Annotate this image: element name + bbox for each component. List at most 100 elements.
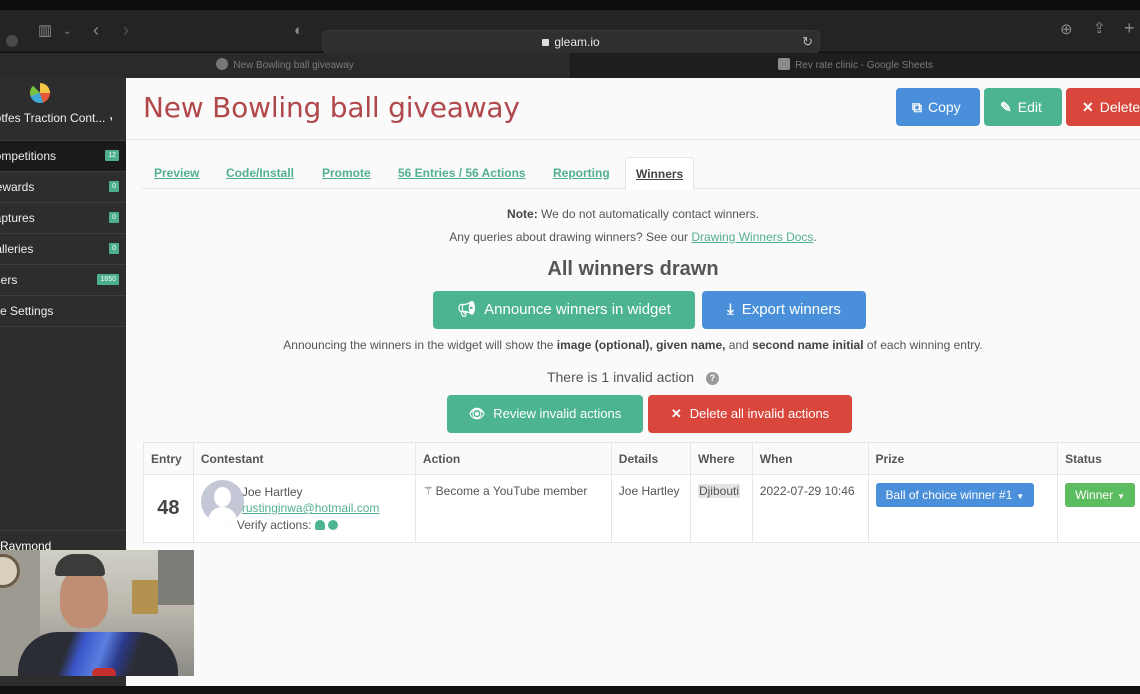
delete-button[interactable]: ✕ Delete (1066, 88, 1140, 126)
chevron-down-icon[interactable]: ⌄ (63, 24, 71, 40)
where-cell: Djibouti (689, 474, 753, 543)
caret-down-icon: ▼ (1117, 492, 1125, 501)
verify-actions: Verify actions: (237, 517, 408, 533)
page-title: New Bowling ball giveaway (143, 91, 520, 124)
download-icon[interactable]: ⊕ (1060, 22, 1073, 38)
sidebar-item-users[interactable]: Users 1650 (0, 265, 126, 296)
review-invalid-actions-button[interactable]: 👁︎ Review invalid actions (447, 395, 643, 433)
copy-button[interactable]: ⧉ Copy (896, 88, 980, 126)
screen: ▥ ⌄ ‹ › ◐ gleam.io ↻ ⊕ ⇪ + New Bowling b… (0, 0, 1140, 694)
address-bar[interactable]: gleam.io ↻ (322, 30, 820, 54)
winners-status-heading: All winners drawn (547, 258, 719, 280)
sidebar-item-rewards[interactable]: Rewards 0 (0, 172, 126, 203)
competition-tabs: Preview Code/Install Promote 56 Entries … (142, 157, 1140, 190)
window-control-dot[interactable] (6, 35, 18, 47)
info-part: of each winning entry. (863, 338, 983, 352)
tab-entries-actions[interactable]: 56 Entries / 56 Actions (398, 157, 526, 189)
tab-winners[interactable]: Winners (625, 157, 695, 190)
sidebar-item-competitions[interactable]: Competitions 12 (0, 141, 126, 172)
sidebar-item-label: Captures (0, 211, 35, 225)
status-dropdown[interactable]: Winner ▼ (1065, 483, 1135, 507)
close-icon: ✕ (1082, 99, 1094, 115)
table-row: 48 Joe Hartley rustinginwa@hotmail.com V… (143, 474, 1140, 543)
pencil-icon: ✎ (1000, 99, 1012, 115)
caret-down-icon: ▼ (108, 115, 112, 124)
action-text: Become a YouTube member (435, 484, 588, 498)
gleam-favicon-icon (216, 58, 229, 70)
tab-reporting[interactable]: Reporting (553, 157, 610, 189)
account-name: Hotfes Traction Cont... (0, 111, 106, 125)
download-icon: ⤓ (727, 301, 734, 318)
export-winners-button[interactable]: ⤓ Export winners (702, 291, 866, 329)
info-part: Announcing the winners in the widget wil… (283, 338, 557, 352)
announce-winners-button[interactable]: 📢︎ Announce winners in widget (433, 291, 695, 329)
prize-dropdown[interactable]: Ball of choice winner #1 ▼ (875, 483, 1035, 507)
copy-icon: ⧉ (912, 99, 922, 115)
gleam-logo-icon[interactable] (30, 83, 50, 103)
reload-icon[interactable]: ↻ (802, 34, 813, 50)
share-icon[interactable]: ⇪ (1093, 21, 1106, 37)
prize-label: Ball of choice winner #1 (885, 488, 1013, 502)
column-header-where: Where (689, 442, 753, 475)
status-cell: Winner ▼ (1057, 474, 1140, 543)
details-cell: Joe Hartley (610, 474, 691, 543)
review-label: Review invalid actions (493, 406, 622, 421)
action-cell: ⚚ Become a YouTube member (414, 474, 612, 543)
sheets-favicon-icon (778, 58, 791, 70)
verify-label: Verify actions: (236, 518, 312, 532)
column-header-prize: Prize (867, 442, 1059, 475)
new-tab-icon[interactable]: + (1124, 19, 1135, 37)
sidebar-item-label: Users (0, 273, 18, 287)
help-icon[interactable]: ? (706, 372, 720, 385)
drawing-winners-docs-link[interactable]: Drawing Winners Docs (691, 230, 813, 244)
column-header-status: Status (1057, 442, 1140, 475)
shield-icon[interactable]: ◐ (294, 23, 303, 39)
note-body: We do not automatically contact winners. (537, 207, 759, 221)
note-label: Note: (507, 207, 538, 221)
sidebar-item-site-settings[interactable]: Site Settings (0, 296, 126, 327)
status-label: Winner (1075, 488, 1114, 502)
lock-icon (542, 39, 550, 46)
sidebar-item-label: Rewards (0, 180, 35, 194)
count-badge: 0 (109, 243, 119, 254)
announce-label: Announce winners in widget (484, 301, 671, 318)
note-text: Note: We do not automatically contact wi… (126, 207, 1140, 221)
back-icon[interactable]: ‹ (93, 21, 99, 39)
invalid-actions-text: There is 1 invalid action (546, 369, 695, 385)
user-icon[interactable] (314, 520, 325, 530)
tab-label: New Bowling ball giveaway (233, 60, 354, 71)
browser-tab-bar: New Bowling ball giveaway Rev rate clini… (0, 53, 1140, 78)
tab-promote[interactable]: Promote (322, 157, 371, 189)
when-cell: 2022-07-29 10:46 (751, 474, 869, 543)
forward-icon[interactable]: › (123, 21, 129, 39)
megaphone-icon: 📢︎ (457, 301, 477, 318)
sidebar-toggle-icon[interactable]: ▥ (38, 23, 52, 39)
sidebar-menu: Competitions 12 Rewards 0 Captures 0 Gal… (0, 140, 126, 327)
count-badge: 12 (105, 150, 119, 161)
table-header-row: Entry Contestant Action Details Where Wh… (143, 442, 1140, 475)
globe-icon[interactable] (327, 520, 338, 530)
tab-code-install[interactable]: Code/Install (226, 157, 294, 189)
close-icon: ✕ (670, 406, 682, 421)
browser-toolbar: ▥ ⌄ ‹ › ◐ gleam.io ↻ ⊕ ⇪ + (0, 10, 1140, 54)
sidebar-item-captures[interactable]: Captures 0 (0, 203, 126, 234)
count-badge: 1650 (97, 274, 119, 285)
delete-invalid-label: Delete all invalid actions (689, 406, 830, 421)
queries-end: . (813, 230, 817, 244)
browser-tab[interactable]: Rev rate clinic - Google Sheets (571, 53, 1140, 78)
sidebar-divider (0, 530, 126, 531)
main-content: New Bowling ball giveaway ⧉ Copy ✎ Edit ✕ D… (126, 78, 1140, 686)
sidebar-item-galleries[interactable]: Galleries 0 (0, 234, 126, 265)
edit-button[interactable]: ✎ Edit (984, 88, 1062, 126)
browser-tab[interactable]: New Bowling ball giveaway (0, 53, 570, 78)
where-text: Djibouti (697, 484, 740, 498)
delete-invalid-actions-button[interactable]: ✕ Delete all invalid actions (648, 395, 852, 433)
account-switcher[interactable]: Hotfes Traction Cont...▼ (0, 111, 112, 125)
url-text: gleam.io (554, 35, 600, 49)
delete-label: Delete (1099, 99, 1140, 115)
sidebar-item-label: Galleries (0, 242, 34, 256)
magic-wand-icon: ⚚ (422, 484, 434, 498)
contestant-email-link[interactable]: rustinginwa@hotmail.com (242, 500, 408, 517)
webcam-video-overlay (0, 550, 194, 676)
tab-preview[interactable]: Preview (154, 157, 199, 189)
